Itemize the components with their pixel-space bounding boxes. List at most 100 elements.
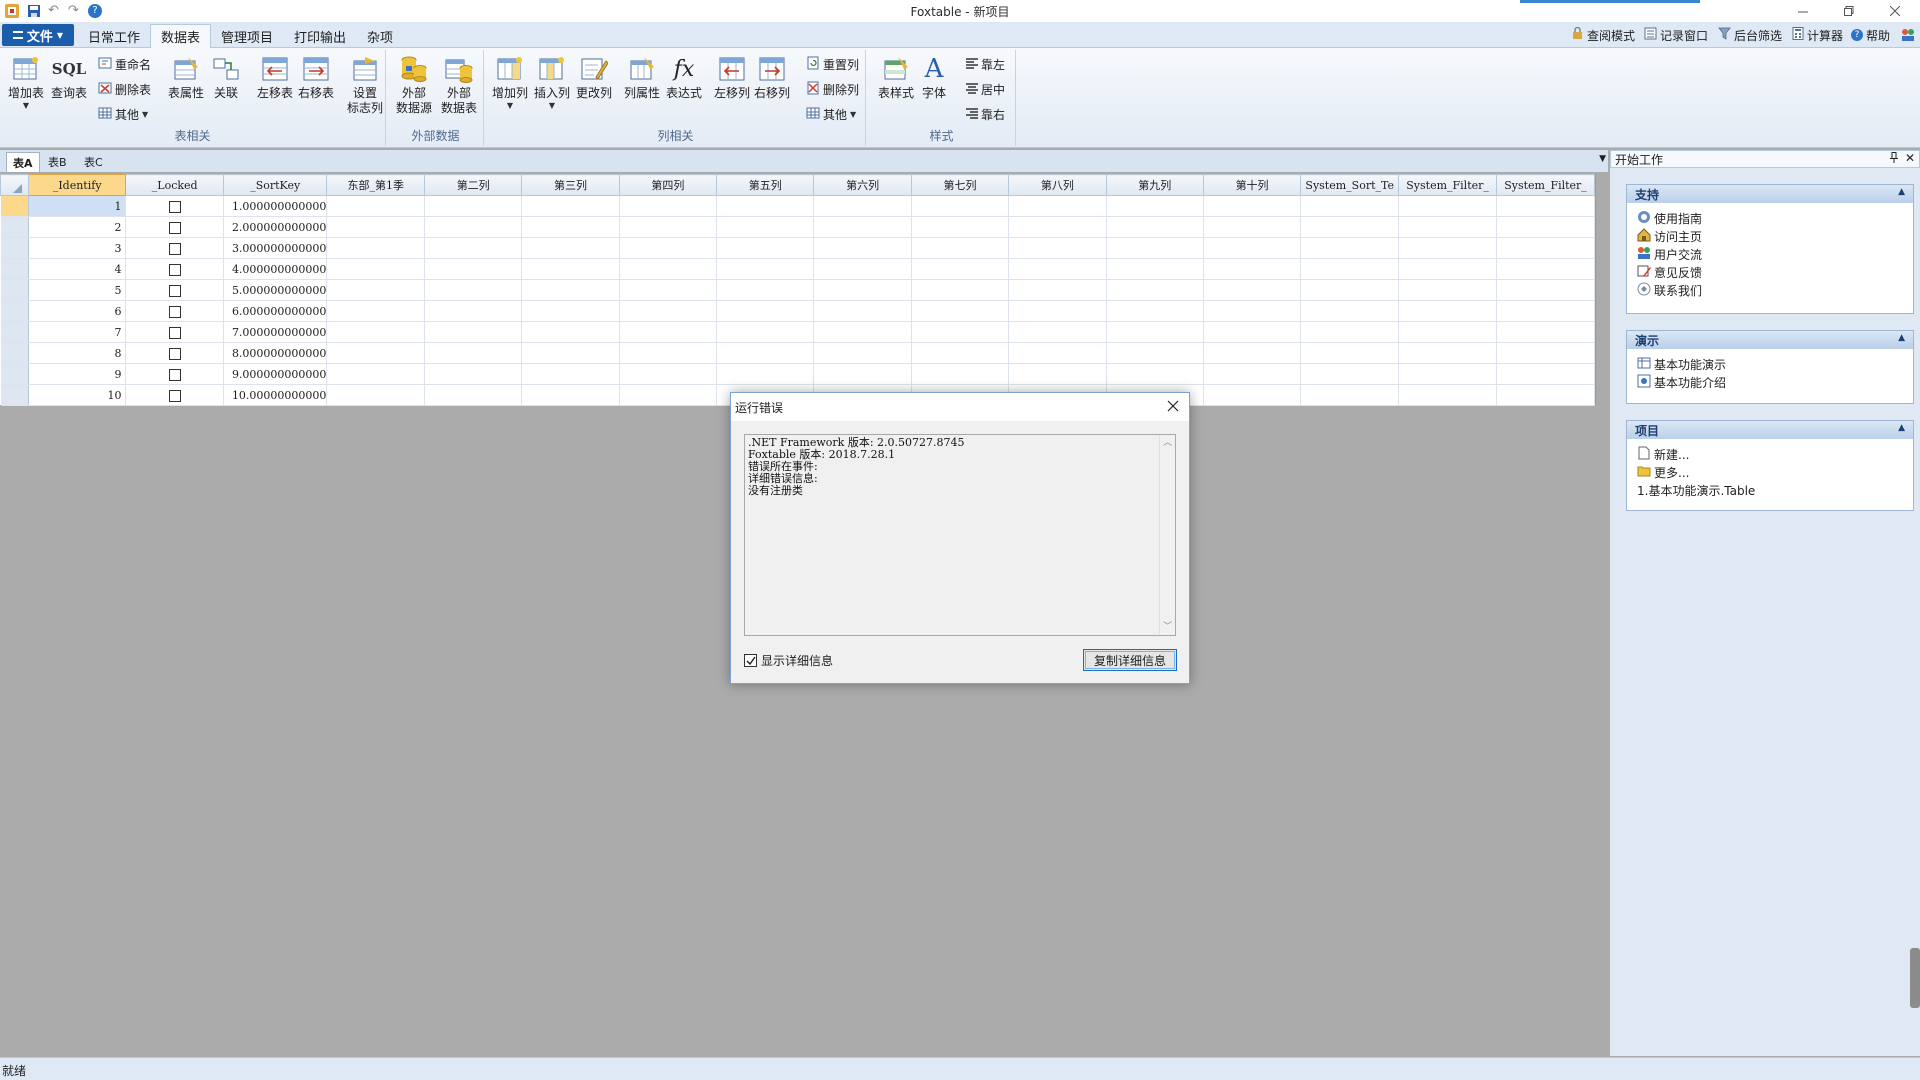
project-section-header[interactable]: 项目 ▲ [1627, 421, 1913, 439]
data-cell[interactable] [1398, 258, 1497, 280]
data-cell[interactable] [521, 384, 620, 406]
align-center-button[interactable]: 居中 [966, 79, 1005, 99]
data-cell[interactable] [716, 237, 815, 259]
move-column-right-button[interactable]: 右移列 [750, 54, 794, 124]
query-table-button[interactable]: SQL 查询表 [47, 54, 91, 124]
data-cell[interactable] [326, 258, 426, 280]
data-cell[interactable] [1496, 279, 1595, 301]
external-data-table-button[interactable]: 外部 数据表 [437, 54, 481, 124]
data-cell[interactable] [521, 237, 620, 259]
data-cell[interactable] [619, 279, 718, 301]
data-cell[interactable] [1203, 216, 1302, 238]
column-header[interactable]: 第九列 [1105, 174, 1204, 196]
sortkey-cell[interactable]: 8.000000000000 [223, 342, 328, 364]
row-header[interactable] [0, 237, 29, 259]
support-section-header[interactable]: 支持 ▲ [1627, 185, 1913, 203]
link-recent-project[interactable]: 1.基本功能演示.Table [1627, 481, 1913, 499]
data-cell[interactable] [521, 300, 620, 322]
pin-icon[interactable] [1889, 152, 1899, 166]
data-cell[interactable] [1300, 342, 1400, 364]
link-more-projects[interactable]: 更多... [1627, 463, 1913, 481]
scroll-down-icon[interactable]: ﹀ [1163, 621, 1172, 633]
set-flag-column-button[interactable]: 设置 标志列 [343, 54, 387, 124]
data-cell[interactable] [424, 216, 523, 238]
column-header[interactable]: System_Filter_ [1398, 174, 1497, 196]
record-window-button[interactable]: 记录窗口 [1644, 26, 1708, 44]
data-cell[interactable] [813, 300, 912, 322]
table-row[interactable]: 4 4.000000000000 [0, 258, 1595, 280]
data-cell[interactable] [326, 300, 426, 322]
expression-button[interactable]: fx 表达式 [662, 54, 706, 124]
data-cell[interactable] [1203, 195, 1302, 217]
identify-cell[interactable]: 2 [28, 216, 127, 238]
data-cell[interactable] [1008, 300, 1107, 322]
data-cell[interactable] [911, 300, 1010, 322]
data-cell[interactable] [1496, 384, 1595, 406]
link-basic-demo[interactable]: 基本功能演示 [1627, 355, 1913, 373]
data-cell[interactable] [1106, 300, 1204, 322]
data-cell[interactable] [1398, 279, 1497, 301]
data-cell[interactable] [716, 363, 815, 385]
table-row[interactable]: 9 9.000000000000 [0, 363, 1595, 385]
column-header[interactable]: 第八列 [1008, 174, 1107, 196]
restore-button[interactable] [1826, 0, 1872, 22]
column-header[interactable]: 第六列 [813, 174, 912, 196]
column-header[interactable]: System_Filter_ [1496, 174, 1595, 196]
data-cell[interactable] [911, 363, 1010, 385]
sheet-tab-b[interactable]: 表B [42, 152, 73, 172]
data-cell[interactable] [521, 195, 620, 217]
data-cell[interactable] [716, 321, 815, 343]
data-cell[interactable] [326, 342, 426, 364]
collapse-icon[interactable]: ▲ [1898, 423, 1905, 433]
data-cell[interactable] [619, 321, 718, 343]
identify-cell[interactable]: 10 [28, 384, 127, 406]
data-cell[interactable] [1398, 342, 1497, 364]
data-cell[interactable] [1008, 195, 1107, 217]
data-cell[interactable] [424, 258, 523, 280]
column-header[interactable]: _Identify [27, 174, 127, 196]
sortkey-cell[interactable]: 6.000000000000 [223, 300, 328, 322]
data-cell[interactable] [1008, 216, 1107, 238]
data-cell[interactable] [1398, 384, 1497, 406]
row-header[interactable] [0, 321, 29, 343]
demo-section-header[interactable]: 演示 ▲ [1627, 331, 1913, 349]
sortkey-cell[interactable]: 5.000000000000 [223, 279, 328, 301]
data-cell[interactable] [1008, 342, 1107, 364]
data-cell[interactable] [1398, 321, 1497, 343]
delete-column-button[interactable]: 删除列 [806, 79, 859, 99]
locked-checkbox[interactable] [168, 200, 181, 213]
link-visit-homepage[interactable]: 访问主页 [1627, 227, 1913, 245]
data-cell[interactable] [911, 237, 1010, 259]
data-cell[interactable] [813, 195, 912, 217]
data-cell[interactable] [619, 363, 718, 385]
locked-cell[interactable] [125, 216, 224, 238]
column-header[interactable]: 第四列 [618, 174, 718, 196]
data-cell[interactable] [326, 216, 426, 238]
data-cell[interactable] [911, 258, 1010, 280]
data-cell[interactable] [521, 216, 620, 238]
data-cell[interactable] [521, 321, 620, 343]
delete-table-button[interactable]: 删除表 [98, 79, 151, 99]
data-cell[interactable] [1106, 195, 1204, 217]
locked-checkbox[interactable] [168, 326, 181, 339]
data-cell[interactable] [1398, 237, 1497, 259]
data-cell[interactable] [1203, 258, 1302, 280]
locked-cell[interactable] [125, 300, 224, 322]
data-cell[interactable] [424, 279, 523, 301]
data-cell[interactable] [1496, 195, 1595, 217]
identify-cell[interactable]: 3 [28, 237, 127, 259]
data-cell[interactable] [813, 321, 912, 343]
data-cell[interactable] [1300, 258, 1400, 280]
tab-print-output[interactable]: 打印输出 [284, 24, 356, 48]
data-grid[interactable]: _Identify _Locked _SortKey 东部_第1季 第二列 第三… [0, 174, 1596, 406]
data-cell[interactable] [619, 384, 718, 406]
locked-cell[interactable] [125, 279, 224, 301]
column-header[interactable]: 东部_第1季 [326, 174, 426, 196]
relation-button[interactable]: 关联 [206, 54, 246, 124]
data-cell[interactable] [1203, 342, 1302, 364]
data-cell[interactable] [1008, 237, 1107, 259]
community-icon[interactable] [1900, 26, 1916, 44]
data-cell[interactable] [1203, 300, 1302, 322]
identify-cell[interactable]: 4 [28, 258, 127, 280]
panel-scroll-handle[interactable] [1910, 948, 1920, 1008]
